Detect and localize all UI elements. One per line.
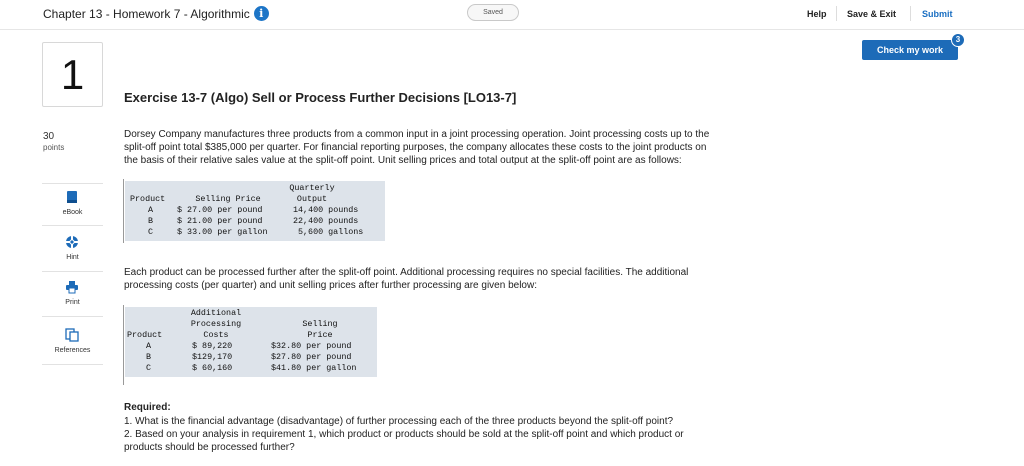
further-processing-table: Additional Processing Selling Product Co…: [125, 307, 377, 377]
header-price-line2: Price: [307, 330, 333, 340]
table-cell: A: [148, 205, 154, 215]
para-line: Each product can be processed further af…: [124, 267, 689, 278]
assignment-title-text: Chapter 13 - Homework 7 - Algorithmic: [43, 6, 250, 21]
table-cell: $ 27.00 per pound: [177, 205, 263, 215]
required-heading: Required:: [124, 402, 171, 413]
header-cost-line3: Costs: [203, 330, 229, 340]
top-bar: Chapter 13 - Homework 7 - Algorithmic i …: [0, 0, 1024, 30]
requirement-2: 2. Based on your analysis in requirement…: [124, 428, 824, 454]
ebook-label: eBook: [62, 209, 83, 216]
requirement-1: 1. What is the financial advantage (disa…: [124, 416, 674, 427]
table-cell: C: [146, 363, 152, 373]
table-cell: $ 60,160: [192, 363, 233, 373]
lifebuoy-icon: [66, 236, 78, 248]
check-attempts-badge: 3: [951, 33, 965, 47]
save-exit-link[interactable]: Save & Exit: [847, 9, 896, 19]
saved-status: Saved: [467, 4, 519, 21]
header-cost-line2: Processing: [190, 319, 242, 329]
table-cell: 5,600 gallons: [298, 227, 364, 237]
table-cell: C: [148, 227, 154, 237]
requirement-2-line: products should be processed further?: [124, 442, 295, 453]
table-cell: $32.80 per pound: [271, 341, 352, 351]
question-number: 1: [42, 42, 103, 107]
table-cell: 14,400 pounds: [293, 205, 359, 215]
para-line: processing costs (per quarter) and unit …: [124, 280, 537, 291]
hint-label: Hint: [66, 254, 79, 261]
header-cost-line1: Additional: [190, 308, 242, 318]
header-price-line1: Selling: [302, 319, 338, 329]
hint-button[interactable]: Hint: [42, 229, 103, 272]
references-button[interactable]: References: [42, 322, 103, 365]
intro-line: split-off point total $385,000 per quart…: [124, 142, 707, 153]
table-cell: $27.80 per pound: [271, 352, 352, 362]
table-cell: $ 33.00 per gallon: [177, 227, 268, 237]
exercise-title: Exercise 13-7 (Algo) Sell or Process Fur…: [124, 90, 517, 105]
requirement-2-line: 2. Based on your analysis in requirement…: [124, 429, 684, 440]
header-output-line2: Output: [296, 194, 328, 204]
table-left-rule: [123, 305, 124, 385]
documents-icon: [65, 328, 79, 342]
header-output-line1: Quarterly: [289, 183, 335, 193]
table-cell: $129,170: [192, 352, 233, 362]
check-my-work-button[interactable]: Check my work: [862, 40, 958, 60]
table-cell: $41.80 per gallon: [271, 363, 357, 373]
book-icon: [67, 191, 77, 203]
submit-link[interactable]: Submit: [922, 9, 953, 19]
table-cell: 22,400 pounds: [293, 216, 359, 226]
table-left-rule: [123, 179, 124, 243]
table-cell: B: [146, 352, 152, 362]
table-cell: B: [148, 216, 154, 226]
references-label: References: [54, 347, 91, 354]
header-product: Product: [127, 330, 163, 340]
divider: [836, 6, 837, 21]
intro-line: the basis of their relative sales value …: [124, 155, 682, 166]
assignment-title: Chapter 13 - Homework 7 - Algorithmic i: [43, 6, 269, 21]
divider: [910, 6, 911, 21]
processing-paragraph: Each product can be processed further af…: [124, 266, 824, 292]
intro-paragraph: Dorsey Company manufactures three produc…: [124, 128, 824, 167]
intro-line: Dorsey Company manufactures three produc…: [124, 129, 710, 140]
table-cell: A: [146, 341, 152, 351]
points-label: points: [43, 143, 65, 152]
print-button[interactable]: Print: [42, 274, 103, 317]
table-cell: $ 21.00 per pound: [177, 216, 263, 226]
ebook-button[interactable]: eBook: [42, 183, 103, 226]
splitoff-table: Quarterly Product Selling Price Output A…: [125, 181, 385, 241]
print-label: Print: [65, 299, 80, 306]
header-product: Product: [130, 194, 166, 204]
help-link[interactable]: Help: [807, 9, 827, 19]
points-value: 30: [43, 131, 55, 142]
table-cell: $ 89,220: [192, 341, 233, 351]
info-icon[interactable]: i: [253, 6, 269, 21]
printer-icon: [66, 281, 78, 294]
